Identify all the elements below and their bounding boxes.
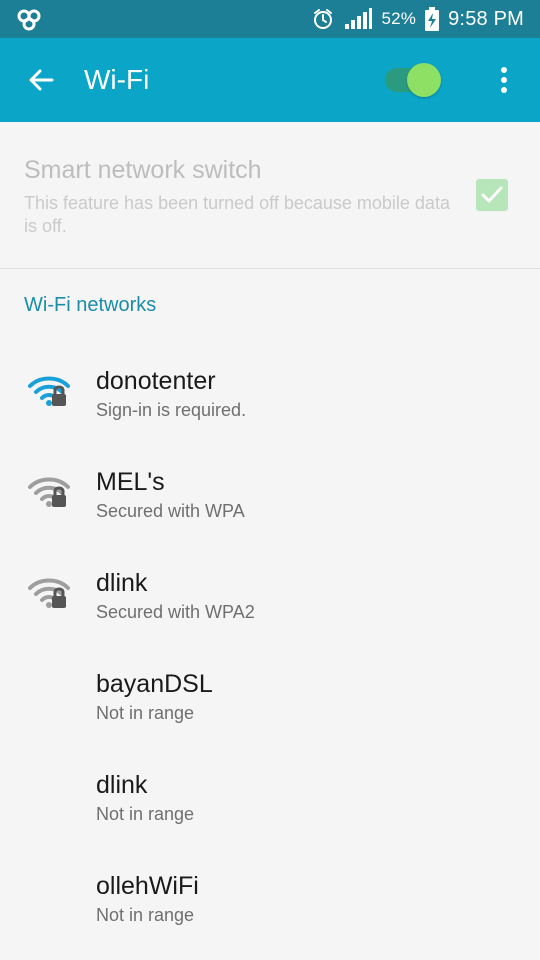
network-item-mels[interactable]: MEL's Secured with WPA bbox=[0, 448, 540, 549]
battery-percent: 52% bbox=[381, 9, 417, 28]
wifi-lock-icon bbox=[28, 578, 70, 608]
overflow-menu-icon bbox=[501, 67, 507, 93]
network-status: Not in range bbox=[96, 703, 195, 723]
smart-network-switch-row[interactable]: Smart network switch This feature has be… bbox=[0, 122, 540, 268]
network-status: Secured with WPA2 bbox=[96, 602, 255, 622]
wifi-networks-header: Wi-Fi networks bbox=[24, 294, 157, 316]
overflow-menu-button[interactable] bbox=[486, 58, 522, 102]
network-name: ollehWiFi bbox=[96, 872, 199, 900]
network-name: donotenter bbox=[96, 367, 216, 395]
checkmark-icon bbox=[481, 186, 503, 203]
smart-network-switch-summary: This feature has been turned off because… bbox=[24, 193, 450, 236]
page-title: Wi-Fi bbox=[84, 64, 150, 95]
app-notification-icon bbox=[17, 9, 41, 31]
network-item-bayandsl[interactable]: bayanDSL Not in range bbox=[0, 650, 540, 751]
network-item-ollehwifi[interactable]: ollehWiFi Not in range bbox=[0, 852, 540, 953]
wifi-network-list: donotenter Sign-in is required. MEL's Se… bbox=[0, 347, 540, 953]
network-name: bayanDSL bbox=[96, 670, 213, 698]
signal-icon bbox=[345, 8, 373, 29]
status-bar: 52% 9:58 PM bbox=[0, 0, 540, 38]
battery-charging-icon bbox=[425, 7, 440, 31]
network-status: Not in range bbox=[96, 804, 195, 824]
back-arrow-icon bbox=[29, 69, 54, 91]
wifi-lock-icon bbox=[28, 477, 70, 507]
network-name: dlink bbox=[96, 771, 148, 799]
back-button[interactable] bbox=[18, 58, 64, 102]
wifi-toggle-thumb bbox=[407, 63, 441, 97]
alarm-icon bbox=[314, 9, 333, 29]
network-status: Secured with WPA bbox=[96, 501, 245, 521]
network-status: Sign-in is required. bbox=[96, 400, 247, 420]
status-time: 9:58 PM bbox=[448, 7, 524, 30]
smart-network-switch-title: Smart network switch bbox=[24, 156, 262, 184]
smart-network-switch-checkbox[interactable] bbox=[476, 179, 508, 211]
network-status: Not in range bbox=[96, 905, 195, 925]
app-bar: Wi-Fi bbox=[0, 38, 540, 122]
network-name: MEL's bbox=[96, 468, 165, 496]
network-name: dlink bbox=[96, 569, 148, 597]
network-item-dlink-not-in-range[interactable]: dlink Not in range bbox=[0, 751, 540, 852]
wifi-lock-icon bbox=[28, 376, 70, 406]
status-icons: 52% 9:58 PM bbox=[311, 0, 524, 38]
wifi-toggle[interactable] bbox=[385, 63, 441, 97]
divider bbox=[0, 268, 540, 269]
network-item-donotenter[interactable]: donotenter Sign-in is required. bbox=[0, 347, 540, 448]
network-item-dlink[interactable]: dlink Secured with WPA2 bbox=[0, 549, 540, 650]
